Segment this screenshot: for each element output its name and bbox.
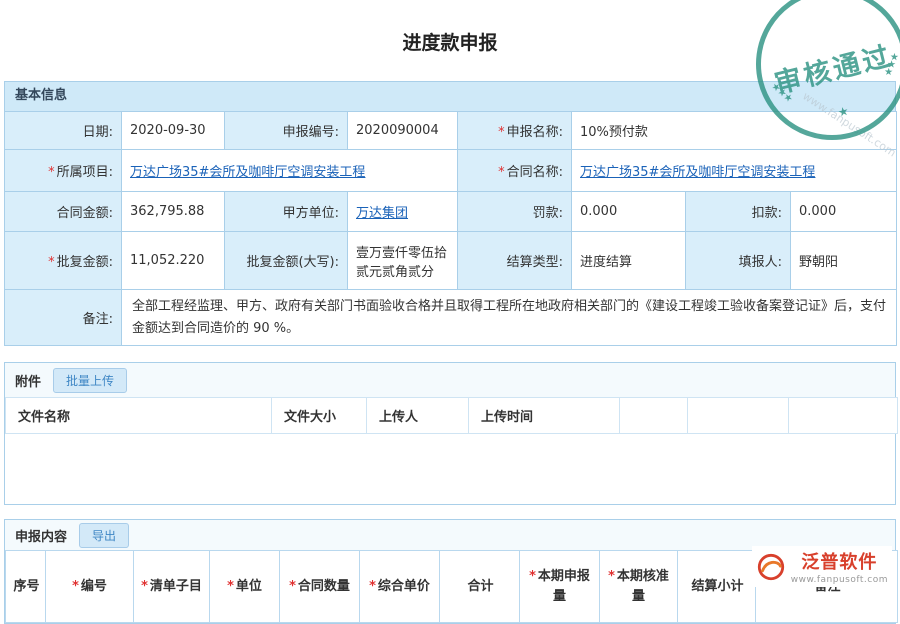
project-link[interactable]: 万达广场35#会所及咖啡厅空调安装工程 [130,165,365,180]
approved-amount-label: *批复金额: [5,232,122,290]
attachments-section: 附件 批量上传 文件名称 文件大小 上传人 上传时间 [4,362,896,505]
column-unit: *单位 [210,551,280,623]
approved-amount-value: 11,052.220 [122,232,225,290]
attachments-empty-area [5,434,895,504]
column-contract-qty: *合同数量 [280,551,360,623]
column-file-size: 文件大小 [272,398,367,434]
stamp-stars-right-icon: ★★★ [883,52,900,78]
deduction-value: 0.000 [791,192,897,232]
basic-info-header: 基本信息 [4,81,896,111]
column-list-item: *清单子目 [134,551,210,623]
column-empty [789,398,898,434]
export-button[interactable]: 导出 [79,523,129,548]
date-value: 2020-09-30 [122,112,225,150]
table-header-row: 文件名称 文件大小 上传人 上传时间 [6,398,898,434]
column-empty [688,398,789,434]
page-title: 进度款申报 [0,0,900,55]
party-a-link[interactable]: 万达集团 [356,206,408,221]
column-settle-subtotal: 结算小计 [678,551,756,623]
column-code: *编号 [46,551,134,623]
declaration-name-value: 10%预付款 [572,112,897,150]
project-label: *所属项目: [5,150,122,192]
column-uploader: 上传人 [367,398,469,434]
column-seq: 序号 [6,551,46,623]
declaration-name-label: *申报名称: [458,112,572,150]
attachments-header-bar: 附件 批量上传 [5,363,895,397]
settlement-type-label: 结算类型: [458,232,572,290]
declaration-number-value: 2020090004 [348,112,458,150]
vendor-logo-name: 泛普软件 [801,548,877,574]
party-a-label: 甲方单位: [225,192,348,232]
vendor-logo: 泛普软件 www.fanpusoft.com [752,546,892,587]
filler-label: 填报人: [686,232,791,290]
declaration-number-label: 申报编号: [225,112,348,150]
contract-name-link[interactable]: 万达广场35#会所及咖啡厅空调安装工程 [580,165,815,180]
batch-upload-button[interactable]: 批量上传 [53,368,127,393]
declaration-title: 申报内容 [15,526,67,545]
column-unit-price: *综合单价 [360,551,440,623]
approved-amount-caps-label: 批复金额(大写): [225,232,348,290]
deduction-label: 扣款: [686,192,791,232]
column-empty [620,398,688,434]
contract-amount-value: 362,795.88 [122,192,225,232]
remark-value: 全部工程经监理、甲方、政府有关部门书面验收合格并且取得工程所在地政府相关部门的《… [122,290,897,346]
settlement-type-value: 进度结算 [572,232,686,290]
approved-amount-caps-value: 壹万壹仟零伍拾贰元贰角贰分 [348,232,458,290]
contract-name-value: 万达广场35#会所及咖啡厅空调安装工程 [572,150,897,192]
column-upload-time: 上传时间 [469,398,620,434]
basic-info-section: 基本信息 日期: 2020-09-30 申报编号: 2020090004 *申报… [4,81,896,346]
column-total: 合计 [440,551,520,623]
remark-label: 备注: [5,290,122,346]
vendor-logo-site: www.fanpusoft.com [791,575,888,585]
attachments-title: 附件 [15,371,41,390]
filler-value: 野朝阳 [791,232,897,290]
penalty-label: 罚款: [458,192,572,232]
column-file-name: 文件名称 [6,398,272,434]
table-row: *所属项目: 万达广场35#会所及咖啡厅空调安装工程 *合同名称: 万达广场35… [5,150,897,192]
table-row: *批复金额: 11,052.220 批复金额(大写): 壹万壹仟零伍拾贰元贰角贰… [5,232,897,290]
date-label: 日期: [5,112,122,150]
party-a-value: 万达集团 [348,192,458,232]
attachments-table: 文件名称 文件大小 上传人 上传时间 [5,397,898,434]
contract-name-label: *合同名称: [458,150,572,192]
column-period-approved-qty: *本期核准量 [600,551,678,623]
table-row: 日期: 2020-09-30 申报编号: 2020090004 *申报名称: 1… [5,112,897,150]
vendor-logo-icon [756,552,786,582]
penalty-value: 0.000 [572,192,686,232]
basic-info-table: 日期: 2020-09-30 申报编号: 2020090004 *申报名称: 1… [4,111,897,346]
table-row: 备注: 全部工程经监理、甲方、政府有关部门书面验收合格并且取得工程所在地政府相关… [5,290,897,346]
column-period-declared-qty: *本期申报量 [520,551,600,623]
contract-amount-label: 合同金额: [5,192,122,232]
project-value: 万达广场35#会所及咖啡厅空调安装工程 [122,150,458,192]
table-row: 合同金额: 362,795.88 甲方单位: 万达集团 罚款: 0.000 扣款… [5,192,897,232]
